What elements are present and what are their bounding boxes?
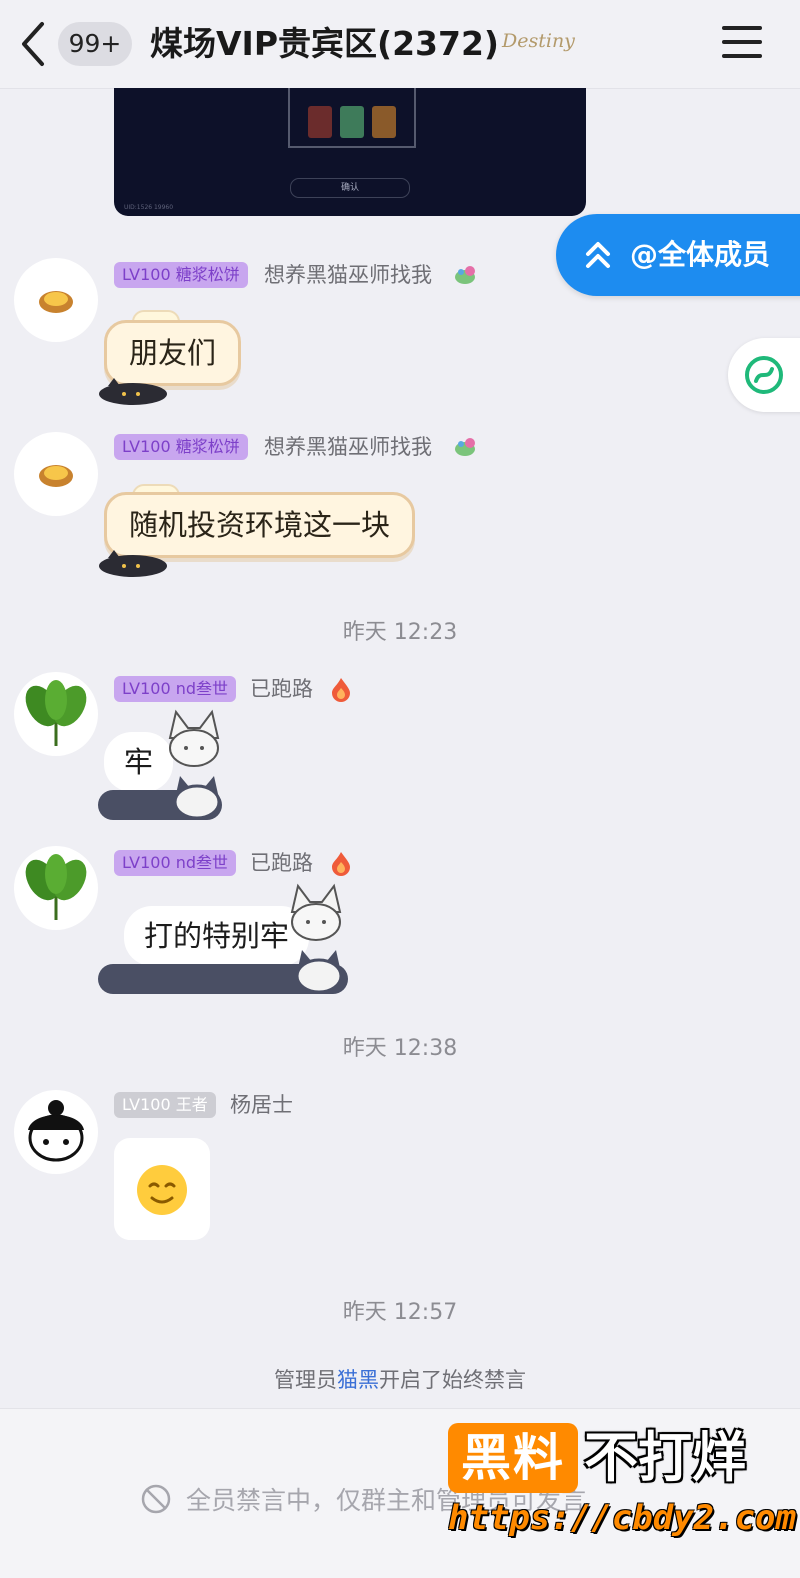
sender-nickname[interactable]: 想养黑猫巫师找我 [264, 262, 432, 288]
message-bubble[interactable]: 随机投资环境这一块 [104, 492, 416, 558]
flame-icon [332, 852, 350, 876]
dragon-icon [455, 438, 475, 456]
system-notice-prefix: 管理员 [274, 1368, 337, 1392]
ai-assistant-button[interactable] [728, 338, 800, 412]
sender-nickname[interactable]: 杨居士 [230, 1092, 293, 1118]
sender-nickname[interactable]: 已跑路 [250, 850, 313, 876]
image-card-frame [288, 88, 416, 148]
watermark-url: https://cbdy2.com [448, 1498, 796, 1538]
character-card [308, 106, 332, 138]
assistant-logo-icon [745, 356, 783, 394]
group-title[interactable]: 煤场VIP贵宾区(2372) [150, 16, 499, 72]
level-tag: LV100 糖浆松饼 [114, 262, 248, 288]
watermark-text: 不打烊 [584, 1426, 746, 1489]
system-notice-suffix: 开启了始终禁言 [379, 1368, 526, 1392]
level-tag: LV100 nd叁世 [114, 676, 237, 702]
black-cat-decoration-icon [99, 378, 167, 405]
level-tag: LV100 nd叁世 [114, 850, 237, 876]
level-tag: LV100 王者 [114, 1092, 216, 1118]
white-wolf-decoration-icon [168, 709, 220, 767]
chat-header: 99+ 煤场VIP贵宾区(2372) Destiny [0, 0, 800, 89]
group-title-badge: Destiny [502, 30, 575, 52]
dragon-icon [455, 266, 475, 284]
back-button[interactable] [14, 18, 54, 70]
at-all-members-button[interactable]: @全体成员 [556, 214, 800, 296]
shared-image-preview[interactable]: 确认 UID:1526 19960 [114, 88, 586, 216]
avatar[interactable] [14, 846, 98, 930]
white-wolf-decoration-icon [290, 883, 342, 941]
leaf-plant-icon [25, 854, 87, 920]
timestamp: 昨天 12:23 [342, 620, 458, 645]
avatar[interactable] [14, 258, 98, 342]
image-uid-text: UID:1526 19960 [124, 204, 174, 211]
timestamp: 昨天 12:57 [342, 1300, 458, 1325]
egg-tart-icon [39, 291, 73, 313]
system-notice: 管理员猫黑开启了始终禁言 [0, 1364, 800, 1394]
level-tag: LV100 糖浆松饼 [114, 434, 248, 460]
at-all-label: @全体成员 [630, 238, 771, 271]
scholar-avatar-icon [28, 1100, 84, 1162]
message-bubble[interactable]: 朋友们 [104, 320, 242, 386]
egg-tart-icon [39, 465, 73, 487]
avatar[interactable] [14, 1090, 98, 1174]
sender-nickname[interactable]: 想养黑猫巫师找我 [264, 434, 432, 460]
avatar[interactable] [14, 672, 98, 756]
watermark-logo-box: 黑料 [448, 1423, 578, 1493]
unread-count-badge[interactable]: 99+ [58, 22, 132, 66]
image-confirm-label: 确认 [290, 178, 410, 198]
character-card [372, 106, 396, 138]
timestamp: 昨天 12:38 [342, 1036, 458, 1061]
double-chevron-up-icon [586, 242, 610, 268]
black-cat-decoration-icon [99, 550, 167, 577]
dark-wolf-decoration-icon [295, 950, 343, 994]
flame-icon [332, 678, 350, 702]
dark-wolf-decoration-icon [173, 776, 221, 820]
leaf-plant-icon [25, 680, 87, 746]
hamburger-icon [722, 26, 762, 30]
avatar[interactable] [14, 432, 98, 516]
character-card [340, 106, 364, 138]
smile-face-icon [137, 1165, 187, 1215]
emoji-message-bubble[interactable] [114, 1138, 210, 1240]
message-bubble[interactable]: 打的特别牢 [124, 906, 310, 966]
mute-icon [141, 1484, 171, 1514]
menu-button[interactable] [722, 26, 762, 60]
admin-name-link[interactable]: 猫黑 [337, 1368, 379, 1392]
chevron-left-icon [22, 22, 44, 66]
sender-nickname[interactable]: 已跑路 [250, 676, 313, 702]
